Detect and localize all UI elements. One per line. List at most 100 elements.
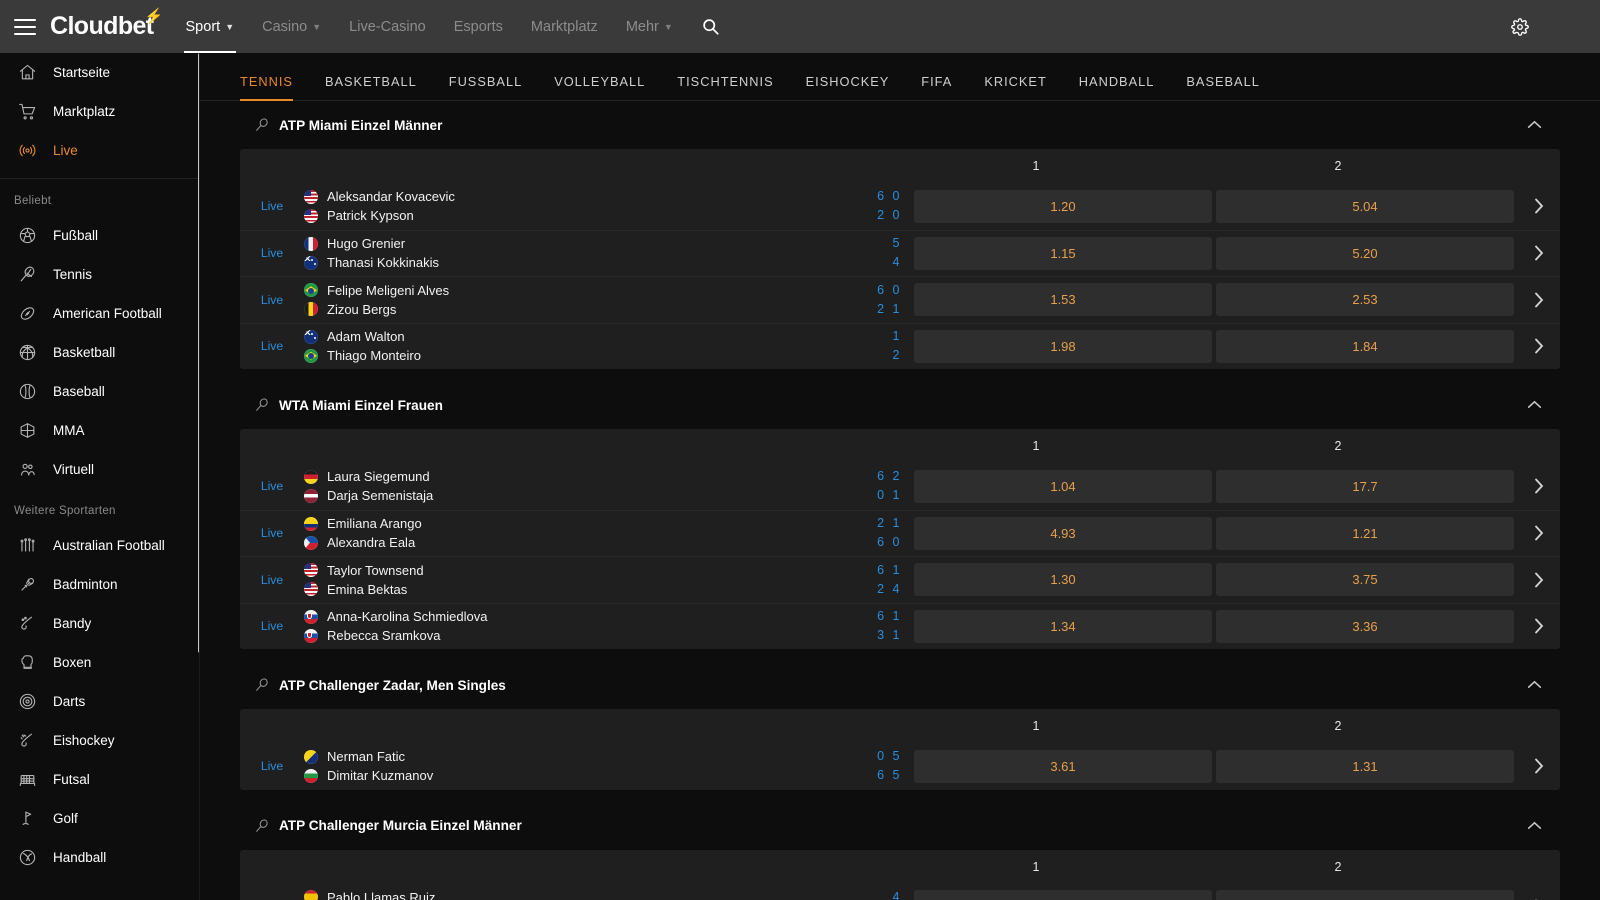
sidebar-item-handball[interactable]: Handball: [0, 838, 199, 877]
league-header[interactable]: WTA Miami Einzel Frauen: [240, 381, 1560, 429]
sidebar-item-badminton[interactable]: Badminton: [0, 565, 199, 604]
chevron-right-icon[interactable]: [1518, 758, 1560, 774]
match-row[interactable]: Live Adam Walton Thiago Monteiro 1 2 1.98 1.84: [240, 322, 1560, 370]
sidebar-item-live[interactable]: Live: [0, 131, 199, 170]
live-indicator[interactable]: Live: [240, 619, 304, 633]
live-indicator[interactable]: Live: [240, 759, 304, 773]
live-indicator[interactable]: Live: [240, 339, 304, 353]
sidebar-item-startseite[interactable]: Startseite: [0, 53, 199, 92]
match-row[interactable]: Live Aleksandar Kovacevic Patrick Kypson 6 …: [240, 183, 1560, 230]
odds-button-1[interactable]: 1.04: [914, 469, 1212, 503]
nav-item-esports[interactable]: Esports: [440, 0, 517, 53]
sidebar-item-australian-football[interactable]: Australian Football: [0, 526, 199, 565]
odds-button-1[interactable]: 4.93: [914, 516, 1212, 550]
tab-kricket[interactable]: KRICKET: [968, 74, 1062, 100]
sidebar-item-virtuell[interactable]: Virtuell: [0, 450, 199, 489]
sidebar-item-fu-ball[interactable]: Fußball: [0, 216, 199, 255]
odds-button-2[interactable]: 5.04: [1216, 189, 1514, 223]
odds-button-1[interactable]: 1.15: [914, 236, 1212, 270]
odds-button-1[interactable]: 3.61: [914, 749, 1212, 783]
tab-tischtennis[interactable]: TISCHTENNIS: [661, 74, 789, 100]
league-header[interactable]: ATP Challenger Zadar, Men Singles: [240, 661, 1560, 709]
sidebar-item-tennis[interactable]: Tennis: [0, 255, 199, 294]
nav-item-sport[interactable]: Sport ▼: [172, 0, 249, 53]
tab-eishockey[interactable]: EISHOCKEY: [790, 74, 906, 100]
chevron-right-icon[interactable]: [1518, 525, 1560, 541]
odds-button-1[interactable]: 1.51: [914, 890, 1212, 900]
sidebar-item-futsal[interactable]: Futsal: [0, 760, 199, 799]
sidebar-item-eishockey[interactable]: Eishockey: [0, 721, 199, 760]
flag-ph-icon: [304, 535, 318, 550]
live-indicator[interactable]: Live: [240, 293, 304, 307]
odds-button-2[interactable]: 2.53: [1216, 283, 1514, 317]
odds-button-2[interactable]: 2.61: [1216, 890, 1514, 900]
chevron-right-icon[interactable]: [1518, 338, 1560, 354]
odds-button-1[interactable]: 1.20: [914, 189, 1212, 223]
chevron-right-icon[interactable]: [1518, 572, 1560, 588]
tab-tennis[interactable]: TENNIS: [240, 74, 309, 101]
chevron-right-icon[interactable]: [1518, 292, 1560, 308]
match-row[interactable]: Live Felipe Meligeni Alves Zizou Bergs 6 02…: [240, 276, 1560, 323]
chevron-up-icon[interactable]: [1527, 116, 1542, 134]
gear-icon[interactable]: [1502, 0, 1538, 53]
chevron-right-icon[interactable]: [1518, 198, 1560, 214]
odds-button-2[interactable]: 3.36: [1216, 609, 1514, 643]
sidebar-item-basketball[interactable]: Basketball: [0, 333, 199, 372]
sidebar-item-baseball[interactable]: Baseball: [0, 372, 199, 411]
search-icon[interactable]: [693, 0, 729, 53]
odds-button-1[interactable]: 1.30: [914, 563, 1212, 597]
live-indicator[interactable]: Live: [240, 526, 304, 540]
cloudbet-logo[interactable]: Cloudbet ⚡: [50, 8, 163, 41]
chevron-right-icon[interactable]: [1518, 478, 1560, 494]
live-indicator[interactable]: Live: [240, 199, 304, 213]
sidebar-item-mma[interactable]: MMA: [0, 411, 199, 450]
nav-item-marktplatz[interactable]: Marktplatz: [517, 0, 612, 53]
match-row[interactable]: Live Nerman Fatic Dimitar Kuzmanov 0 56 5 3.…: [240, 743, 1560, 790]
sidebar-item-bandy[interactable]: Bandy: [0, 604, 199, 643]
live-indicator[interactable]: Live: [240, 573, 304, 587]
match-row[interactable]: Live Taylor Townsend Emina Bektas 6 12 4 1.3…: [240, 556, 1560, 603]
chevron-right-icon[interactable]: [1518, 245, 1560, 261]
live-indicator[interactable]: Live: [240, 246, 304, 260]
odds-button-2[interactable]: 1.21: [1216, 516, 1514, 550]
sidebar-item-boxen[interactable]: Boxen: [0, 643, 199, 682]
live-indicator[interactable]: Live: [240, 479, 304, 493]
nav-item-casino[interactable]: Casino ▼: [248, 0, 335, 53]
nav-item-live-casino[interactable]: Live-Casino: [335, 0, 440, 53]
chevron-up-icon[interactable]: [1527, 396, 1542, 414]
tab-fussball[interactable]: FUSSBALL: [433, 74, 538, 100]
home-participant: Nerman Fatic: [304, 748, 870, 765]
sidebar-item-golf[interactable]: Golf: [0, 799, 199, 838]
odds-button-1[interactable]: 1.53: [914, 283, 1212, 317]
tab-basketball[interactable]: BASKETBALL: [309, 74, 433, 100]
hamburger-menu-icon[interactable]: [14, 18, 36, 35]
odds-button-2[interactable]: 17.7: [1216, 469, 1514, 503]
match-row[interactable]: LivePablo Llamas RuizJan Choinski441.512…: [240, 884, 1560, 900]
odds-button-2[interactable]: 5.20: [1216, 236, 1514, 270]
match-row[interactable]: Live Emiliana Arango Alexandra Eala 2 16 04…: [240, 509, 1560, 557]
match-row[interactable]: Live Anna-Karolina Schmiedlova Rebecca Sra…: [240, 602, 1560, 650]
sidebar-item-darts[interactable]: Darts: [0, 682, 199, 721]
nav-label: Sport: [185, 18, 221, 35]
odds-button-2[interactable]: 3.75: [1216, 563, 1514, 597]
odds-button-2[interactable]: 1.84: [1216, 329, 1514, 363]
sidebar-item-american-football[interactable]: American Football: [0, 294, 199, 333]
match-row[interactable]: Live Hugo Grenier Thanasi Kokkinakis 5 4 1.15…: [240, 229, 1560, 277]
nav-item-mehr[interactable]: Mehr ▼: [612, 0, 687, 53]
odds-button-2[interactable]: 1.31: [1216, 749, 1514, 783]
odds-button-1[interactable]: 1.98: [914, 329, 1212, 363]
league-header[interactable]: ATP Challenger Murcia Einzel Männer: [240, 801, 1560, 850]
tab-volleyball[interactable]: VOLLEYBALL: [538, 74, 661, 100]
tab-fifa[interactable]: FIFA: [905, 74, 968, 100]
chevron-up-icon[interactable]: [1527, 817, 1542, 835]
flag-sk-icon: [304, 628, 318, 643]
tab-baseball[interactable]: BASEBALL: [1170, 74, 1275, 100]
tab-handball[interactable]: HANDBALL: [1063, 74, 1171, 100]
chevron-right-icon[interactable]: [1518, 618, 1560, 634]
match-row[interactable]: Live Laura Siegemund Darja Semenistaja 6 20…: [240, 463, 1560, 510]
league-header[interactable]: ATP Miami Einzel Männer: [240, 101, 1560, 149]
sidebar-item-marktplatz[interactable]: Marktplatz: [0, 92, 199, 131]
chevron-up-icon[interactable]: [1527, 676, 1542, 694]
odds-button-1[interactable]: 1.34: [914, 609, 1212, 643]
